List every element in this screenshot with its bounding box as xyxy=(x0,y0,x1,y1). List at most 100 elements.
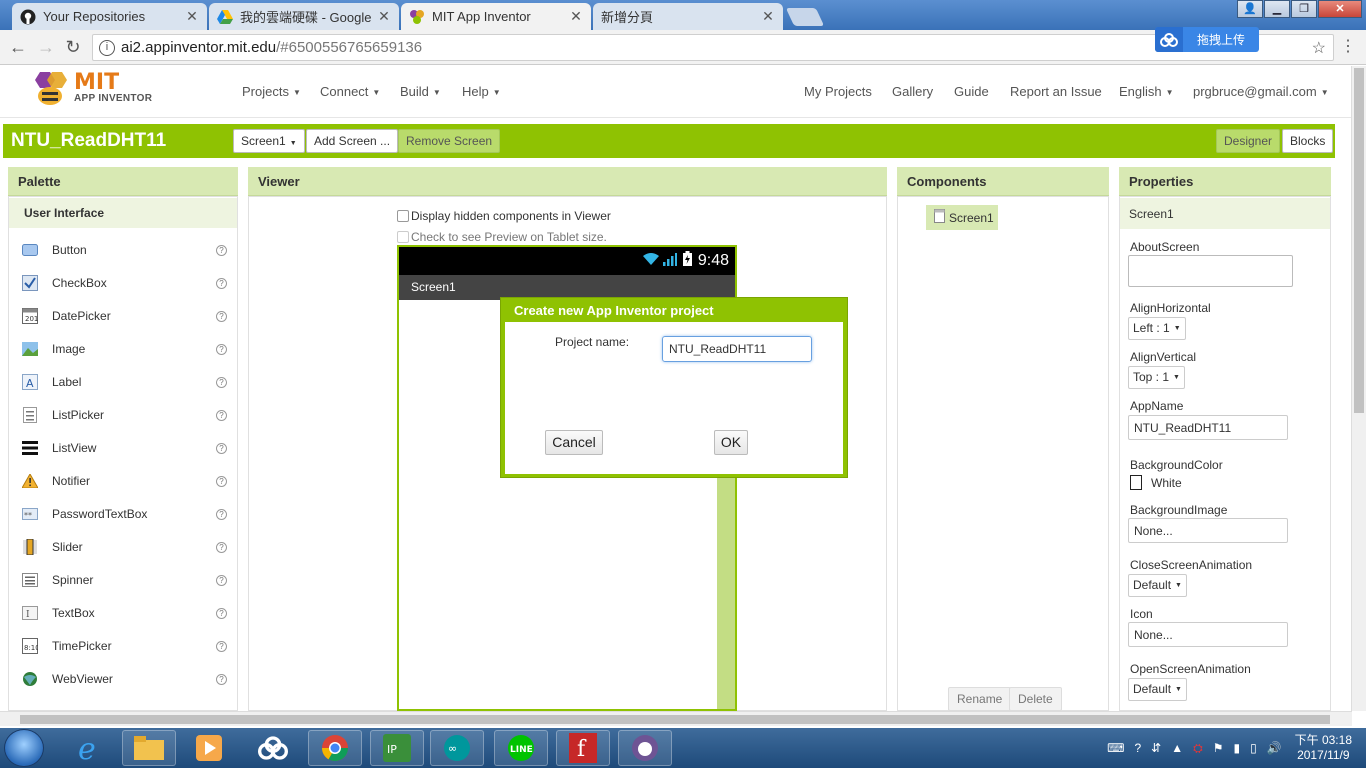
component-tree-screen1[interactable]: Screen1 xyxy=(926,205,998,230)
help-icon[interactable]: ? xyxy=(216,541,227,553)
menu-connect[interactable]: Connect ▼ xyxy=(320,84,380,99)
maximize-icon[interactable]: ❐ xyxy=(1291,0,1317,18)
chrome-icon[interactable] xyxy=(308,730,362,766)
show-hidden-icon[interactable]: ▲ xyxy=(1171,741,1183,755)
palette-item-passwordtextbox[interactable]: ** PasswordTextBox ? xyxy=(22,504,227,524)
network-icon[interactable]: ▮ xyxy=(1233,741,1240,755)
palette-item-timepicker[interactable]: 8:10 TimePicker ? xyxy=(22,636,227,656)
minimize-icon[interactable]: ▁ xyxy=(1264,0,1290,18)
palette-item-checkbox[interactable]: CheckBox ? xyxy=(22,273,227,293)
help-icon[interactable]: ? xyxy=(216,277,227,289)
baidu-cloud-icon[interactable] xyxy=(246,730,300,766)
rename-button[interactable]: Rename xyxy=(948,687,1012,711)
background-color-picker[interactable]: White xyxy=(1130,475,1182,490)
palette-item-button[interactable]: Button ? xyxy=(22,240,227,260)
help-icon[interactable]: ? xyxy=(216,574,227,586)
tab-new-tab[interactable]: 新增分頁 ✕ xyxy=(593,3,783,30)
checkbox-box[interactable] xyxy=(397,231,409,243)
taskbar-clock[interactable]: 下午 03:18 2017/11/9 xyxy=(1295,733,1352,763)
align-horizontal-select[interactable]: Left : 1 ▼ xyxy=(1128,317,1186,340)
close-icon[interactable]: ✕ xyxy=(185,8,199,25)
add-screen-button[interactable]: Add Screen ... xyxy=(306,129,399,153)
link-guide[interactable]: Guide xyxy=(954,84,989,99)
app-name-input[interactable]: NTU_ReadDHT11 xyxy=(1128,415,1288,440)
align-vertical-select[interactable]: Top : 1 ▼ xyxy=(1128,366,1185,389)
info-icon[interactable]: i xyxy=(99,39,115,56)
delete-button[interactable]: Delete xyxy=(1009,687,1062,711)
link-report-issue[interactable]: Report an Issue xyxy=(1010,84,1102,99)
menu-build[interactable]: Build ▼ xyxy=(400,84,441,99)
fritzing-f-icon[interactable]: f xyxy=(556,730,610,766)
reload-icon[interactable]: ↻ xyxy=(63,37,83,57)
file-explorer-icon[interactable] xyxy=(122,730,176,766)
internet-explorer-icon[interactable]: e xyxy=(62,730,116,766)
new-tab-button[interactable] xyxy=(785,8,825,26)
help-icon[interactable]: ? xyxy=(216,508,227,520)
help-icon[interactable]: ? xyxy=(216,244,227,256)
tray-app-icon[interactable]: ⛭ xyxy=(1193,741,1203,756)
blocks-button[interactable]: Blocks xyxy=(1282,129,1334,153)
ok-button[interactable]: OK xyxy=(714,430,748,455)
remove-screen-button[interactable]: Remove Screen xyxy=(398,129,501,153)
background-image-input[interactable]: None... xyxy=(1128,518,1288,543)
fritzing-icon[interactable]: IP xyxy=(370,730,424,766)
display-hidden-checkbox[interactable]: Display hidden components in Viewer xyxy=(397,209,611,223)
media-player-icon[interactable] xyxy=(182,730,236,766)
palette-item-datepicker[interactable]: 201 DatePicker ? xyxy=(22,306,227,326)
palette-item-image[interactable]: Image ? xyxy=(22,339,227,359)
palette-item-label[interactable]: A Label ? xyxy=(22,372,227,392)
windows-start-icon[interactable] xyxy=(4,729,44,767)
bookmark-star-icon[interactable]: ☆ xyxy=(1312,38,1326,58)
help-icon[interactable]: ? xyxy=(216,376,227,388)
tab-google-drive[interactable]: 我的雲端硬碟 - Google ✕ xyxy=(209,3,399,30)
arduino-icon[interactable]: ∞ xyxy=(430,730,484,766)
screen-select[interactable]: Screen1 ▼ xyxy=(233,129,305,153)
user-icon[interactable]: 👤 xyxy=(1237,0,1263,18)
page-horizontal-scrollbar[interactable] xyxy=(0,711,1352,726)
battery-tray-icon[interactable]: ▯ xyxy=(1250,741,1257,755)
help-icon[interactable]: ? xyxy=(216,310,227,322)
menu-language[interactable]: English ▼ xyxy=(1119,84,1174,99)
tab-mit-app-inventor[interactable]: MIT App Inventor ✕ xyxy=(401,3,591,30)
close-icon[interactable]: ✕ xyxy=(569,8,583,25)
page-vertical-scrollbar[interactable] xyxy=(1351,66,1366,711)
icon-input[interactable]: None... xyxy=(1128,622,1288,647)
input-method-icon[interactable]: ⇵ xyxy=(1151,741,1161,755)
line-icon[interactable]: LINE xyxy=(494,730,548,766)
upload-widget[interactable]: 拖拽上传 xyxy=(1155,27,1259,52)
palette-section-user-interface[interactable]: User Interface xyxy=(9,198,237,228)
tablet-preview-checkbox[interactable]: Check to see Preview on Tablet size. xyxy=(397,230,607,244)
address-bar[interactable]: i ai2.appinventor.mit.edu/#6500556765659… xyxy=(92,34,1334,61)
help-icon[interactable]: ? xyxy=(216,673,227,685)
volume-icon[interactable]: 🔊 xyxy=(1267,741,1282,755)
help-icon[interactable]: ? xyxy=(216,475,227,487)
link-my-projects[interactable]: My Projects xyxy=(804,84,872,99)
palette-item-webviewer[interactable]: WebViewer ? xyxy=(22,669,227,689)
open-animation-select[interactable]: Default ▼ xyxy=(1128,678,1187,701)
tab-your-repositories[interactable]: Your Repositories ✕ xyxy=(12,3,207,30)
scrollbar-thumb[interactable] xyxy=(1354,68,1364,413)
checkbox-box[interactable] xyxy=(397,210,409,222)
menu-projects[interactable]: Projects ▼ xyxy=(242,84,301,99)
palette-item-spinner[interactable]: Spinner ? xyxy=(22,570,227,590)
close-icon[interactable]: ✕ xyxy=(761,8,775,25)
scrollbar-thumb[interactable] xyxy=(20,715,1330,724)
palette-item-listpicker[interactable]: ListPicker ? xyxy=(22,405,227,425)
palette-item-textbox[interactable]: I TextBox ? xyxy=(22,603,227,623)
project-name-input[interactable]: NTU_ReadDHT11 xyxy=(662,336,812,362)
help-icon[interactable]: ? xyxy=(216,409,227,421)
help-icon[interactable]: ? xyxy=(216,640,227,652)
cancel-button[interactable]: Cancel xyxy=(545,430,603,455)
designer-button[interactable]: Designer xyxy=(1216,129,1281,153)
about-screen-textarea[interactable] xyxy=(1128,255,1293,287)
help-icon[interactable]: ? xyxy=(216,607,227,619)
back-icon[interactable]: ← xyxy=(8,37,28,57)
help-icon[interactable]: ? xyxy=(216,442,227,454)
help-icon[interactable]: ? xyxy=(216,343,227,355)
link-gallery[interactable]: Gallery xyxy=(892,84,933,99)
close-icon[interactable]: ✕ xyxy=(377,8,391,25)
help-tray-icon[interactable]: ? xyxy=(1134,741,1141,755)
menu-account[interactable]: prgbruce@gmail.com ▼ xyxy=(1193,84,1329,99)
window-close-icon[interactable]: ✕ xyxy=(1318,0,1362,18)
menu-help[interactable]: Help ▼ xyxy=(462,84,501,99)
